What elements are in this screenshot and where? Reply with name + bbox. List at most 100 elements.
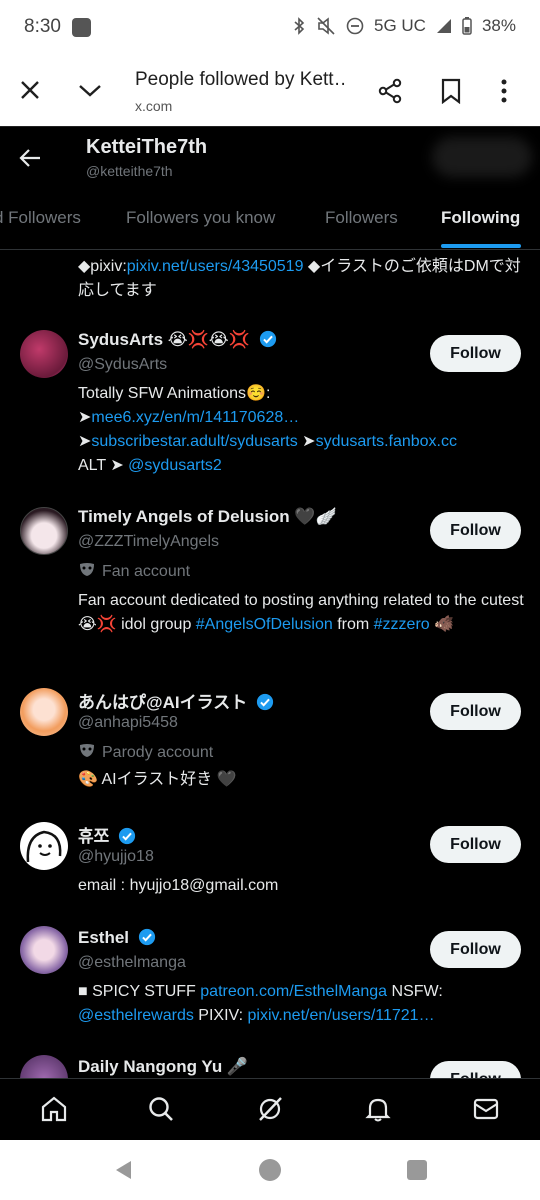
- status-bar: 8:30 5G UC 38%: [0, 0, 540, 56]
- browser-title: People followed by Kett…: [135, 69, 345, 90]
- user-name[interactable]: Timely Angels of Delusion 🖤🪽: [78, 507, 337, 527]
- bookmark-icon[interactable]: [440, 78, 462, 104]
- bio-link[interactable]: #zzzero: [374, 616, 430, 633]
- chevron-down-icon[interactable]: [76, 78, 104, 102]
- messages-icon[interactable]: [472, 1095, 500, 1123]
- avatar[interactable]: [20, 926, 68, 974]
- battery-label: 38%: [481, 16, 516, 35]
- bio-link[interactable]: pixiv.net/en/users/11721…: [248, 1007, 435, 1024]
- system-navigation-bar: [0, 1140, 540, 1200]
- user-handle: @ZZZTimelyAngels: [78, 533, 219, 550]
- user-bio: ■ SPICY STUFF patreon.com/EsthelManga NS…: [78, 980, 528, 1028]
- user-name[interactable]: Esthel: [78, 928, 156, 948]
- system-recents-icon[interactable]: [407, 1160, 427, 1180]
- follow-button[interactable]: Follow: [430, 335, 521, 372]
- close-icon[interactable]: [18, 78, 42, 102]
- user-name-text: 휴쪼: [78, 827, 110, 846]
- avatar[interactable]: [20, 1055, 68, 1078]
- back-arrow-icon[interactable]: [18, 145, 44, 171]
- follow-button[interactable]: Follow: [430, 1061, 521, 1078]
- user-handle: @anhapi5458: [78, 714, 178, 731]
- tab-following[interactable]: Following: [441, 208, 520, 228]
- bio-link[interactable]: #AngelsOfDelusion: [196, 616, 333, 633]
- notifications-icon[interactable]: [364, 1095, 392, 1123]
- follow-button[interactable]: Follow: [430, 693, 521, 730]
- partial-bio: ◆pixiv:pixiv.net/users/43450519 ◆イラストのご依…: [78, 255, 528, 303]
- grok-icon[interactable]: [256, 1095, 284, 1123]
- profile-handle: @ketteithe7th: [86, 163, 173, 179]
- more-vertical-icon[interactable]: [500, 78, 508, 104]
- home-icon[interactable]: [40, 1095, 68, 1123]
- bio-link[interactable]: mee6.xyz/en/m/141170628…: [91, 409, 299, 426]
- mask-icon: [80, 744, 94, 757]
- user-bio: email : hyujjo18@gmail.com: [78, 877, 279, 894]
- tab-verified-followers[interactable]: d Followers: [0, 208, 81, 228]
- bio-text: ■ SPICY STUFF: [78, 983, 201, 1000]
- bio-text: ➤: [78, 409, 92, 426]
- status-time: 8:30: [24, 16, 61, 37]
- profile-header: KetteiThe7th @ketteithe7th: [0, 126, 540, 190]
- following-list[interactable]: ◆pixiv:pixiv.net/users/43450519 ◆イラストのご依…: [0, 251, 540, 1078]
- bio-link[interactable]: @esthelrewards: [78, 1007, 194, 1024]
- user-name[interactable]: SydusArts 😭💢😭💢: [78, 330, 277, 350]
- user-handle: @hyujjo18: [78, 848, 154, 865]
- user-name-text: あんはぴ@AIイラスト: [78, 693, 248, 712]
- verified-badge-icon: [138, 928, 155, 946]
- user-name-text: Esthel: [78, 928, 130, 947]
- status-icons: 5G UC 38%: [292, 16, 516, 36]
- user-name[interactable]: あんはぴ@AIイラスト: [78, 688, 274, 713]
- user-bio: Totally SFW Animations☺️: ➤mee6.xyz/en/m…: [78, 382, 528, 478]
- avatar[interactable]: [20, 822, 68, 870]
- system-back-icon[interactable]: [113, 1159, 135, 1181]
- bio-text: ➤: [297, 433, 316, 450]
- account-tag: Fan account: [78, 562, 190, 581]
- account-tag-text: Fan account: [102, 563, 191, 580]
- account-tag-text: Parody account: [102, 744, 214, 761]
- browser-toolbar: People followed by Kett… x.com: [0, 56, 540, 126]
- profile-name: KetteiThe7th: [86, 136, 208, 158]
- search-icon[interactable]: [147, 1095, 175, 1123]
- bottom-navigation: [0, 1078, 540, 1140]
- bio-text: ALT ➤: [78, 457, 129, 474]
- follow-button[interactable]: Follow: [430, 826, 521, 863]
- bio-text: 🐗: [429, 616, 455, 633]
- system-home-icon[interactable]: [259, 1159, 281, 1181]
- avatar-illustration: [26, 830, 62, 863]
- bio-link[interactable]: patreon.com/EsthelManga: [200, 983, 387, 1000]
- tab-followers-you-know[interactable]: Followers you know: [126, 208, 275, 228]
- bio-link[interactable]: @sydusarts2: [128, 457, 222, 474]
- bluetooth-icon: [294, 17, 305, 35]
- user-handle: @esthelmanga: [78, 954, 186, 971]
- user-name[interactable]: 휴쪼: [78, 822, 136, 847]
- verified-badge-icon: [259, 330, 276, 348]
- follow-tabs: d Followers Followers you know Followers…: [0, 190, 540, 250]
- bio-link[interactable]: pixiv.net/users/43450519: [127, 258, 304, 275]
- bio-text: PIXIV:: [193, 1007, 248, 1024]
- bio-text: ◆pixiv:: [78, 258, 127, 275]
- network-label: 5G UC: [374, 16, 426, 35]
- follow-button[interactable]: Follow: [430, 931, 521, 968]
- follow-button[interactable]: Follow: [430, 512, 521, 549]
- bio-text: ➤: [78, 433, 92, 450]
- bio-link[interactable]: subscribestar.adult/sydusarts: [91, 433, 297, 450]
- active-tab-indicator: [441, 244, 521, 248]
- avatar[interactable]: [20, 507, 68, 555]
- battery-icon: [462, 17, 472, 35]
- avatar[interactable]: [20, 688, 68, 736]
- user-name[interactable]: Daily Nangong Yu 🎤: [78, 1057, 248, 1077]
- verified-badge-icon: [118, 827, 136, 845]
- notification-icon: [72, 18, 91, 37]
- tab-followers[interactable]: Followers: [325, 208, 398, 228]
- user-handle: @SydusArts: [78, 356, 168, 373]
- user-name-text: SydusArts 😭💢😭💢: [78, 330, 250, 349]
- avatar[interactable]: [20, 330, 68, 378]
- share-icon[interactable]: [377, 78, 403, 104]
- bio-link[interactable]: sydusarts.fanbox.cc: [316, 433, 457, 450]
- dnd-icon: [346, 17, 364, 35]
- user-bio: Fan account dedicated to posting anythin…: [78, 589, 528, 637]
- header-action-button[interactable]: [432, 137, 532, 177]
- signal-icon: [436, 19, 451, 33]
- bio-text: Totally SFW Animations☺️:: [78, 385, 271, 402]
- mute-icon: [317, 17, 335, 35]
- mask-icon: [80, 563, 94, 576]
